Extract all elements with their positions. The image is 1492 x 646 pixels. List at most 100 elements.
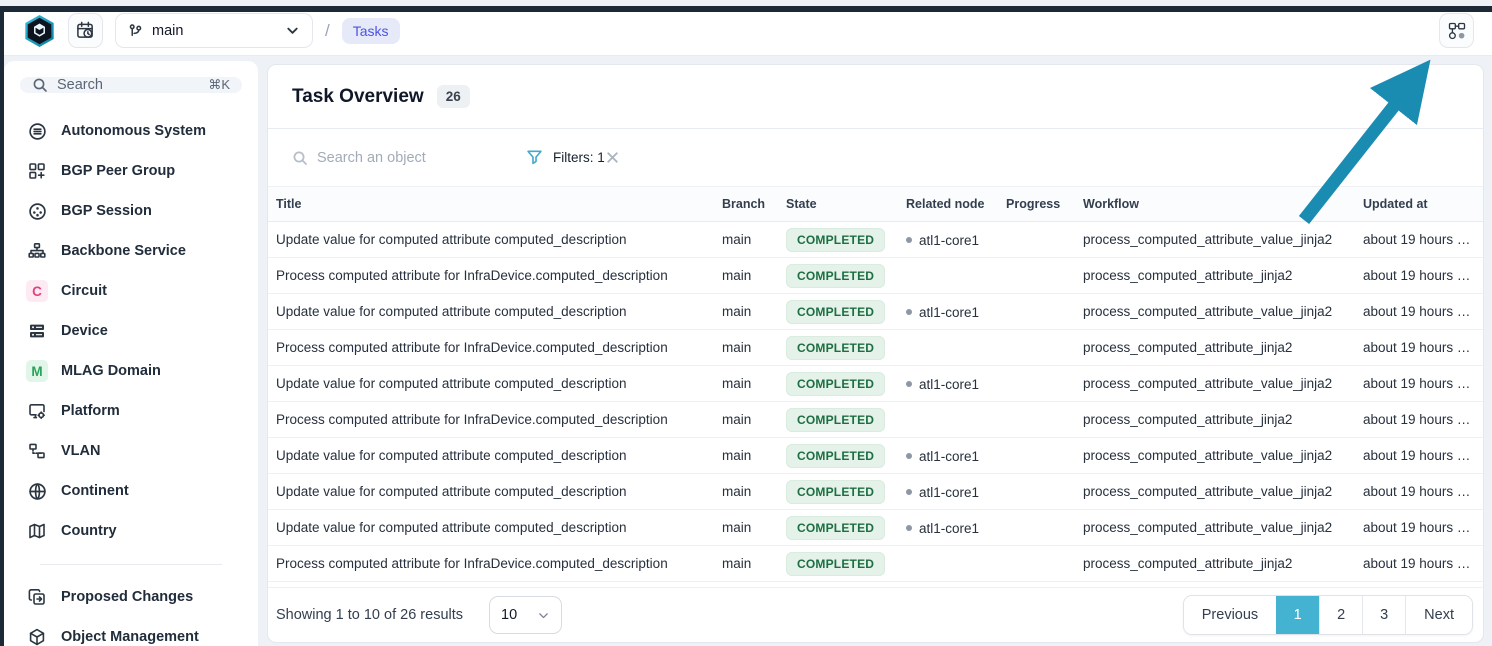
table-row[interactable]: Update value for computed attribute comp… [268, 438, 1483, 474]
task-related-node-cell [898, 402, 998, 438]
table-row[interactable]: Update value for computed attribute comp… [268, 222, 1483, 258]
sidebar-item-autonomous-system[interactable]: Autonomous System [20, 111, 242, 151]
task-table: Title Branch State Related node Progress… [268, 186, 1483, 582]
sidebar-divider [40, 564, 222, 565]
table-row[interactable]: Process computed attribute for InfraDevi… [268, 402, 1483, 438]
task-state-cell: COMPLETED [778, 294, 898, 330]
previous-page-button[interactable]: Previous [1184, 596, 1276, 634]
pagination: Previous 123 Next [1183, 595, 1473, 635]
task-count-badge: 26 [437, 85, 470, 108]
search-icon [32, 77, 48, 93]
sidebar-item-bgp-session[interactable]: BGP Session [20, 191, 242, 231]
task-title-cell: Update value for computed attribute comp… [268, 294, 714, 330]
branch-selector[interactable]: main [115, 13, 313, 48]
task-related-node-cell [898, 546, 998, 582]
table-row[interactable]: Update value for computed attribute comp… [268, 510, 1483, 546]
task-state-cell: COMPLETED [778, 474, 898, 510]
page-size-select[interactable]: 10 [489, 596, 562, 634]
task-state-cell: COMPLETED [778, 402, 898, 438]
mlag-letter-badge: M [26, 360, 48, 382]
related-node-label: atl1-core1 [919, 449, 979, 464]
sidebar-item-continent[interactable]: Continent [20, 471, 242, 511]
sidebar-item-country[interactable]: Country [20, 511, 242, 551]
task-title-cell: Process computed attribute for InfraDevi… [268, 330, 714, 366]
task-branch-cell: main [714, 258, 778, 294]
page-button-2[interactable]: 2 [1319, 596, 1362, 634]
task-progress-cell [998, 474, 1075, 510]
sidebar-nav: Autonomous System BGP Peer Group BGP Ses… [4, 111, 258, 646]
node-dot-icon [906, 453, 912, 459]
sidebar-item-label: Autonomous System [61, 123, 206, 139]
related-node-label: atl1-core1 [919, 233, 979, 248]
breadcrumb-tasks[interactable]: Tasks [342, 18, 400, 44]
table-row[interactable]: Process computed attribute for InfraDevi… [268, 546, 1483, 582]
related-node-label: atl1-core1 [919, 305, 979, 320]
task-branch-cell: main [714, 510, 778, 546]
sidebar-item-circuit[interactable]: C Circuit [20, 271, 242, 311]
sidebar-search[interactable]: Search ⌘K [20, 77, 242, 93]
node-dot-icon [906, 381, 912, 387]
status-badge: COMPLETED [786, 444, 885, 468]
clear-filters-button[interactable] [605, 150, 620, 165]
sidebar-item-label: Platform [61, 403, 120, 419]
task-workflow-cell: process_computed_attribute_value_jinja2 [1075, 222, 1355, 258]
node-dot-icon [906, 489, 912, 495]
table-row[interactable]: Update value for computed attribute comp… [268, 294, 1483, 330]
status-badge: COMPLETED [786, 300, 885, 324]
infrahub-logo[interactable] [22, 14, 56, 48]
task-progress-cell [998, 222, 1075, 258]
page-button-3[interactable]: 3 [1362, 596, 1405, 634]
next-page-button[interactable]: Next [1405, 596, 1472, 634]
object-search-input[interactable] [317, 150, 487, 166]
sidebar-item-bgp-peer-group[interactable]: BGP Peer Group [20, 151, 242, 191]
task-updated-cell: about 19 hours ago [1355, 546, 1483, 582]
sidebar-item-device[interactable]: Device [20, 311, 242, 351]
task-progress-cell [998, 258, 1075, 294]
task-related-node-cell: atl1-core1 [898, 474, 998, 510]
search-shortcut: ⌘K [208, 77, 230, 93]
calendar-clock-icon [76, 21, 95, 40]
page-title: Task Overview [292, 86, 424, 108]
table-row[interactable]: Update value for computed attribute comp… [268, 366, 1483, 402]
sidebar-search-placeholder: Search [57, 77, 199, 93]
sidebar-item-label: Circuit [61, 283, 107, 299]
time-travel-button[interactable] [68, 13, 103, 48]
sidebar: Search ⌘K Autonomous System BGP Peer Gro… [4, 61, 258, 646]
sidebar-item-platform[interactable]: Platform [20, 391, 242, 431]
chevron-down-icon [537, 609, 550, 622]
column-progress: Progress [998, 187, 1075, 222]
table-row[interactable]: Process computed attribute for InfraDevi… [268, 330, 1483, 366]
schema-button[interactable] [1439, 13, 1474, 48]
table-row[interactable]: Update value for computed attribute comp… [268, 474, 1483, 510]
status-badge: COMPLETED [786, 372, 885, 396]
branch-name: main [152, 23, 276, 39]
page-button-1[interactable]: 1 [1276, 596, 1319, 634]
breadcrumb-separator: / [325, 21, 330, 41]
status-badge: COMPLETED [786, 552, 885, 576]
related-node-label: atl1-core1 [919, 485, 979, 500]
sidebar-item-object-management[interactable]: Object Management [20, 617, 242, 646]
app-window: main / Tasks [4, 6, 1492, 646]
sidebar-item-backbone-service[interactable]: Backbone Service [20, 231, 242, 271]
table-row[interactable]: Process computed attribute for InfraDevi… [268, 258, 1483, 294]
filters-control[interactable]: Filters: 1 [526, 149, 605, 166]
sidebar-item-label: BGP Peer Group [61, 163, 175, 179]
search-icon [292, 150, 308, 166]
task-title-cell: Update value for computed attribute comp… [268, 510, 714, 546]
main-panel: Task Overview 26 Filters: 1 [258, 56, 1492, 646]
node-dot-icon [906, 309, 912, 315]
sidebar-item-label: Continent [61, 483, 129, 499]
task-progress-cell [998, 438, 1075, 474]
sidebar-item-mlag-domain[interactable]: M MLAG Domain [20, 351, 242, 391]
task-progress-cell [998, 366, 1075, 402]
column-state: State [778, 187, 898, 222]
sidebar-item-proposed-changes[interactable]: Proposed Changes [20, 577, 242, 617]
related-node-label: atl1-core1 [919, 521, 979, 536]
related-node-label: atl1-core1 [919, 377, 979, 392]
sidebar-item-vlan[interactable]: VLAN [20, 431, 242, 471]
sidebar-item-label: MLAG Domain [61, 363, 161, 379]
platform-icon [26, 400, 48, 422]
task-branch-cell: main [714, 474, 778, 510]
column-workflow: Workflow [1075, 187, 1355, 222]
task-related-node-cell [898, 330, 998, 366]
